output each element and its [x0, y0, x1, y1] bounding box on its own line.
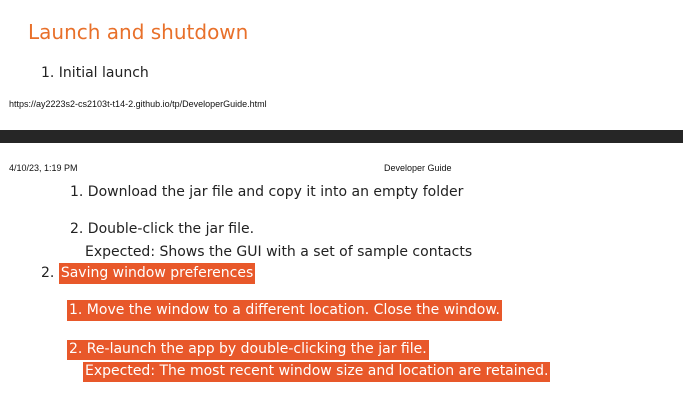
- highlighted-text: Saving window preferences: [58, 263, 256, 284]
- print-datetime: 4/10/23, 1:19 PM: [9, 163, 78, 173]
- step-download: 1. Download the jar file and copy it int…: [70, 184, 464, 200]
- step-relaunch: 2. Re-launch the app by double-clicking …: [67, 340, 429, 360]
- list-item-saving-window-preferences: 2. Saving window preferences: [41, 263, 256, 284]
- list-number: 2.: [41, 265, 55, 281]
- section-heading: Launch and shutdown: [28, 20, 249, 44]
- step-double-click: 2. Double-click the jar file.: [70, 221, 255, 237]
- print-page-title: Developer Guide: [384, 163, 452, 173]
- highlighted-text: 1. Move the window to a different locati…: [67, 300, 502, 321]
- step-relaunch-expected: Expected: The most recent window size an…: [83, 362, 551, 382]
- step-move-window: 1. Move the window to a different locati…: [67, 300, 502, 321]
- step-double-click-expected: Expected: Shows the GUI with a set of sa…: [85, 244, 473, 260]
- highlighted-text: Expected: The most recent window size an…: [83, 362, 551, 382]
- print-url: https://ay2223s2-cs2103t-t14-2.github.io…: [9, 99, 267, 109]
- highlighted-text: 2. Re-launch the app by double-clicking …: [67, 340, 429, 360]
- page-break-divider: [0, 130, 683, 143]
- list-item-initial-launch: 1. Initial launch: [41, 65, 149, 81]
